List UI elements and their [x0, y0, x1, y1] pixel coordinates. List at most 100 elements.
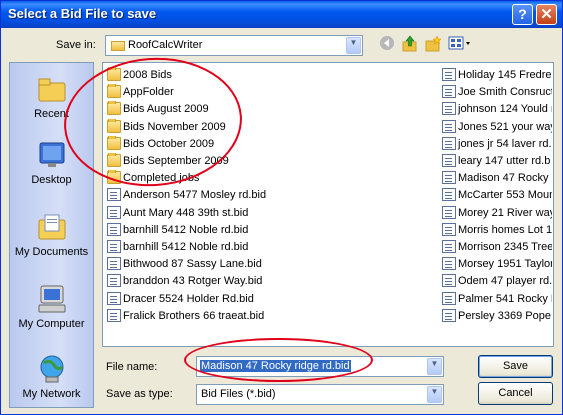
- folder-item[interactable]: AppFolder: [107, 84, 437, 100]
- document-icon: [442, 308, 456, 322]
- item-label: Aunt Mary 448 39th st.bid: [123, 206, 249, 219]
- item-label: Palmer 541 Rocky R: [458, 292, 552, 305]
- document-icon: [107, 257, 121, 271]
- chevron-down-icon[interactable]: ▼: [427, 386, 442, 403]
- item-label: Morrison 2345 Tree: [458, 241, 552, 253]
- file-item[interactable]: Persley 3369 Pope: [442, 308, 552, 324]
- desktop-icon: [36, 139, 68, 171]
- item-label: Joe Smith Consructi: [458, 86, 552, 99]
- file-item[interactable]: branddon 43 Rotger Way.bid: [107, 273, 437, 289]
- item-label: Bids November 2009: [123, 120, 226, 133]
- document-icon: [442, 136, 456, 150]
- file-item[interactable]: Palmer 541 Rocky R: [442, 291, 552, 307]
- document-icon: [442, 291, 456, 305]
- file-item[interactable]: jones jr 54 laver rd.: [442, 136, 552, 152]
- file-item[interactable]: Dracer 5524 Holder Rd.bid: [107, 291, 437, 307]
- file-list[interactable]: 2008 Bids AppFolder Bids August 2009 Bids N…: [102, 62, 554, 347]
- file-item[interactable]: Holiday 145 Fredred: [442, 67, 552, 83]
- file-item[interactable]: Morsey 1951 Taylor: [442, 256, 552, 272]
- file-item[interactable]: Fralick Brothers 66 traeat.bid: [107, 308, 437, 324]
- document-icon: [442, 85, 456, 99]
- cancel-button[interactable]: Cancel: [478, 382, 553, 405]
- place-recent[interactable]: Recent: [10, 73, 93, 120]
- document-icon: [442, 188, 456, 202]
- folder-item[interactable]: 2008 Bids: [107, 67, 437, 83]
- my-network-icon: [36, 353, 68, 385]
- folder-icon: [107, 84, 121, 99]
- chevron-down-icon[interactable]: ▼: [346, 37, 361, 54]
- file-item[interactable]: barnhill 5412 Noble rd.bid: [107, 239, 437, 255]
- file-item[interactable]: Morris homes Lot 1: [442, 222, 552, 238]
- chevron-down-icon[interactable]: ▼: [427, 358, 442, 375]
- folder-item[interactable]: Bids August 2009: [107, 101, 437, 117]
- document-icon: [442, 119, 456, 133]
- item-label: AppFolder: [123, 86, 174, 99]
- item-label: Dracer 5524 Holder Rd.bid: [123, 292, 254, 305]
- folder-item[interactable]: Bids September 2009: [107, 153, 437, 169]
- item-label: Morey 21 River way: [458, 206, 552, 219]
- place-my-computer[interactable]: My Computer: [10, 283, 93, 330]
- item-label: Bids August 2009: [123, 103, 209, 116]
- folder-item[interactable]: Bids November 2009: [107, 118, 437, 135]
- document-icon: [442, 154, 456, 167]
- save-as-type-label: Save as type:: [106, 388, 173, 400]
- item-label: 2008 Bids: [123, 69, 172, 81]
- file-item[interactable]: Madison 47 Rocky r: [442, 170, 552, 186]
- file-item[interactable]: johnson 124 Yould r: [442, 101, 552, 117]
- document-icon: [442, 222, 456, 236]
- folder-item[interactable]: Bids October 2009: [107, 135, 437, 152]
- file-item[interactable]: Joe Smith Consructi: [442, 84, 552, 100]
- place-my-network[interactable]: My Network: [10, 353, 93, 400]
- save-as-type-select[interactable]: Bid Files (*.bid) ▼: [196, 384, 444, 405]
- item-label: Anderson 5477 Mosley rd.bid: [123, 189, 267, 202]
- file-item[interactable]: Aunt Mary 448 39th st.bid: [107, 205, 437, 221]
- title-bar[interactable]: Select a Bid File to save ? ✕: [1, 1, 562, 28]
- place-label: My Computer: [18, 318, 85, 330]
- item-label: McCarter 553 Moun: [458, 189, 552, 202]
- file-item[interactable]: Anderson 5477 Mosley rd.bid: [107, 187, 437, 203]
- save-dialog: Select a Bid File to save ? ✕ Save in: R…: [0, 0, 563, 415]
- place-label: My Documents: [14, 246, 89, 258]
- item-label: Madison 47 Rocky r: [458, 172, 552, 185]
- place-my-documents[interactable]: My Documents: [10, 211, 93, 258]
- item-label: johnson 124 Yould r: [458, 103, 552, 116]
- document-icon: [442, 257, 456, 271]
- close-button[interactable]: ✕: [536, 4, 557, 25]
- up-folder-icon[interactable]: [400, 35, 420, 55]
- item-label: Morris homes Lot 1: [458, 223, 552, 236]
- item-label: Persley 3369 Pope: [458, 309, 551, 322]
- file-item[interactable]: Morrison 2345 Tree: [442, 239, 552, 255]
- folder-item[interactable]: Completed jobs: [107, 170, 437, 186]
- item-label: Fralick Brothers 66 traeat.bid: [123, 309, 265, 322]
- save-as-type-value: Bid Files (*.bid): [201, 388, 276, 400]
- file-item[interactable]: barnhill 5412 Noble rd.bid: [107, 222, 437, 238]
- places-bar: Recent Desktop My Documents My Computer …: [9, 62, 94, 408]
- help-button[interactable]: ?: [512, 4, 533, 25]
- folder-icon: [107, 135, 121, 150]
- item-label: Morsey 1951 Taylor: [458, 258, 552, 271]
- file-item[interactable]: McCarter 553 Moun: [442, 187, 552, 203]
- item-label: jones jr 54 laver rd.: [458, 137, 552, 150]
- file-name-input[interactable]: Madison 47 Rocky ridge rd.bid ▼: [196, 356, 444, 377]
- save-button[interactable]: Save: [478, 355, 553, 378]
- file-item[interactable]: Morey 21 River way: [442, 205, 552, 221]
- back-icon[interactable]: [377, 35, 397, 55]
- document-icon: [107, 188, 121, 202]
- file-item[interactable]: Bithwood 87 Sassy Lane.bid: [107, 256, 437, 272]
- save-in-combo[interactable]: RoofCalcWriter ▼: [105, 35, 363, 56]
- item-label: leary 147 utter rd.b: [458, 155, 551, 167]
- recent-icon: [36, 73, 68, 105]
- view-menu-icon[interactable]: [447, 35, 473, 55]
- file-item[interactable]: Odem 47 player rd.: [442, 273, 552, 289]
- new-folder-icon[interactable]: [423, 35, 443, 55]
- document-icon: [107, 308, 121, 322]
- file-item[interactable]: leary 147 utter rd.b: [442, 153, 552, 169]
- document-icon: [442, 205, 456, 219]
- item-label: barnhill 5412 Noble rd.bid: [123, 241, 249, 253]
- document-icon: [107, 291, 121, 305]
- file-name-value: Madison 47 Rocky ridge rd.bid: [200, 360, 351, 372]
- place-label: Desktop: [31, 174, 72, 186]
- folder-icon: [107, 67, 121, 81]
- place-desktop[interactable]: Desktop: [10, 139, 93, 186]
- file-item[interactable]: Jones 521 your way: [442, 119, 552, 135]
